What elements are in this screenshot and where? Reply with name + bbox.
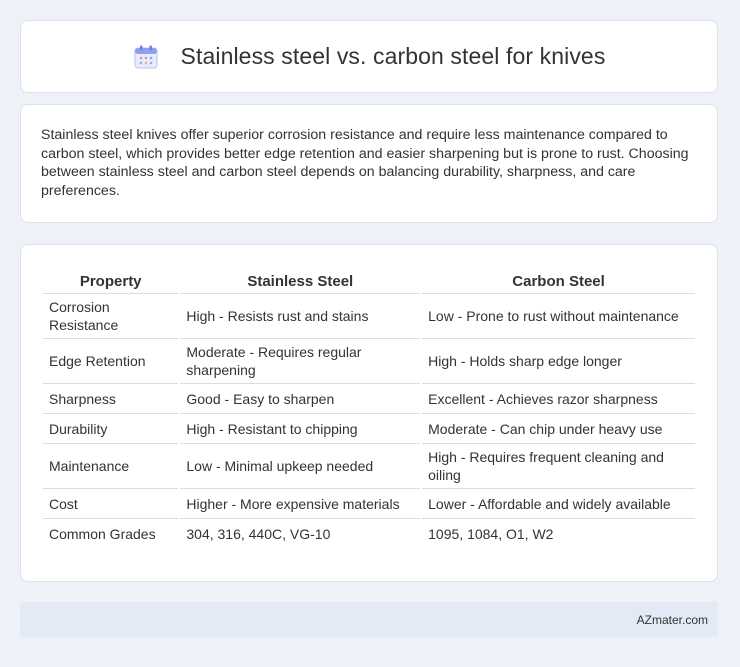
table-header-row: Property Stainless Steel Carbon Steel xyxy=(43,265,695,294)
table-row: Durability High - Resistant to chipping … xyxy=(43,414,695,444)
column-header-property: Property xyxy=(43,265,179,294)
table-row: Common Grades 304, 316, 440C, VG-10 1095… xyxy=(43,519,695,549)
intro-card: Stainless steel knives offer superior co… xyxy=(20,104,718,223)
title-card: Stainless steel vs. carbon steel for kni… xyxy=(20,20,718,93)
table-cell: High - Resistant to chipping xyxy=(180,414,421,444)
column-header-carbon: Carbon Steel xyxy=(422,265,695,294)
table-cell: Excellent - Achieves razor sharpness xyxy=(422,384,695,414)
column-header-stainless: Stainless Steel xyxy=(180,265,421,294)
table-cell: Sharpness xyxy=(43,384,179,414)
table-cell: Durability xyxy=(43,414,179,444)
table-cell: High - Resists rust and stains xyxy=(180,294,421,339)
table-cell: 1095, 1084, O1, W2 xyxy=(428,526,554,542)
table-cell: Maintenance xyxy=(43,444,179,489)
page-title: Stainless steel vs. carbon steel for kni… xyxy=(180,43,606,69)
table-cell: Higher - More expensive materials xyxy=(180,489,421,519)
table-cell: Corrosion Resistance xyxy=(43,294,179,339)
comparison-table: Property Stainless Steel Carbon Steel Co… xyxy=(41,265,697,549)
table-cell: Good - Easy to sharpen xyxy=(180,384,421,414)
table-row: Cost Higher - More expensive materials L… xyxy=(43,489,695,519)
table-cell: Edge Retention xyxy=(43,339,179,384)
table-row: Edge Retention Moderate - Requires regul… xyxy=(43,339,695,384)
table-row: Corrosion Resistance High - Resists rust… xyxy=(43,294,695,339)
intro-paragraph: Stainless steel knives offer superior co… xyxy=(41,127,689,199)
table-cell: Lower - Affordable and widely available xyxy=(422,489,695,519)
comparison-table-card: Property Stainless Steel Carbon Steel Co… xyxy=(20,244,718,582)
table-cell: Low - Prone to rust without maintenance xyxy=(422,294,695,339)
table-cell: Common Grades xyxy=(49,526,156,542)
table-cell: Moderate - Requires regular sharpening xyxy=(180,339,421,384)
table-cell: Cost xyxy=(43,489,179,519)
table-row: Maintenance Low - Minimal upkeep needed … xyxy=(43,444,695,489)
table-cell: High - Requires frequent cleaning and oi… xyxy=(422,444,695,489)
footer-bar: AZmater.com xyxy=(20,602,718,637)
table-cell: Moderate - Can chip under heavy use xyxy=(422,414,695,444)
table-cell: Low - Minimal upkeep needed xyxy=(180,444,421,489)
footer-brand-link[interactable]: AZmater.com xyxy=(637,613,708,627)
table-cell: 304, 316, 440C, VG-10 xyxy=(186,526,331,542)
calendar-icon xyxy=(133,44,159,70)
table-row: Sharpness Good - Easy to sharpen Excelle… xyxy=(43,384,695,414)
table-cell: High - Holds sharp edge longer xyxy=(422,339,695,384)
